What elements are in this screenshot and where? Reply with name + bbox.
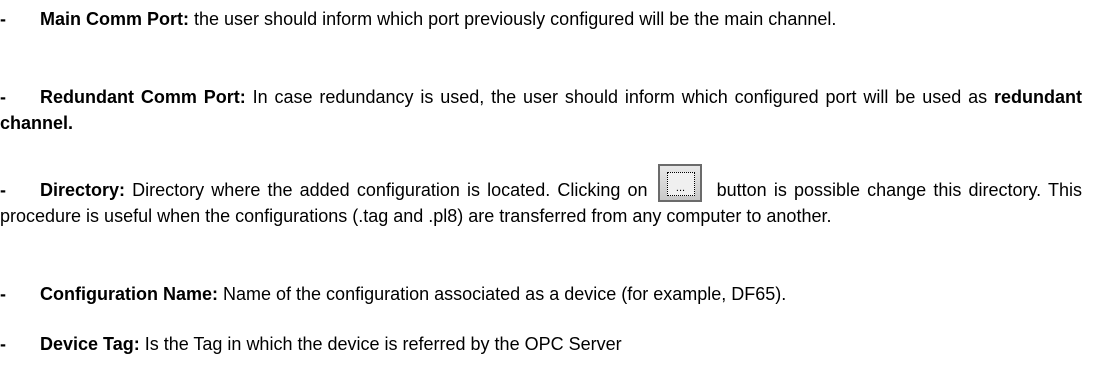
item-directory: - Directory: Directory where the added co… bbox=[0, 164, 1082, 229]
item-configuration-name: - Configuration Name: Name of the configu… bbox=[0, 281, 1082, 307]
item-description: Directory where the added configuration … bbox=[125, 180, 648, 200]
term-label: Main Comm Port: bbox=[40, 9, 190, 29]
browse-icon: ... bbox=[666, 172, 695, 196]
term-label: Directory: bbox=[40, 180, 126, 200]
item-description: the user should inform which port previo… bbox=[189, 9, 837, 29]
bullet-dash: - bbox=[0, 87, 6, 107]
ellipsis-glyph: ... bbox=[675, 182, 686, 194]
bullet-dash: - bbox=[0, 284, 6, 304]
bullet-dash: - bbox=[0, 334, 6, 354]
item-main-comm-port: - Main Comm Port: the user should inform … bbox=[0, 6, 1082, 32]
bullet-dash: - bbox=[0, 9, 6, 29]
item-description: Is the Tag in which the device is referr… bbox=[139, 334, 622, 354]
bullet-dash: - bbox=[0, 180, 6, 200]
browse-directory-button-image: ... bbox=[657, 164, 702, 202]
item-description: In case redundancy is used, the user sho… bbox=[245, 87, 994, 107]
item-device-tag: - Device Tag: Is the Tag in which the dev… bbox=[0, 331, 1082, 357]
item-description: Name of the configuration associated as … bbox=[218, 284, 787, 304]
term-label: Redundant Comm Port: bbox=[40, 87, 246, 107]
term-label: Device Tag: bbox=[40, 334, 140, 354]
item-redundant-comm-port: - Redundant Comm Port: In case redundancy… bbox=[0, 84, 1082, 136]
term-label: Configuration Name: bbox=[40, 284, 218, 304]
